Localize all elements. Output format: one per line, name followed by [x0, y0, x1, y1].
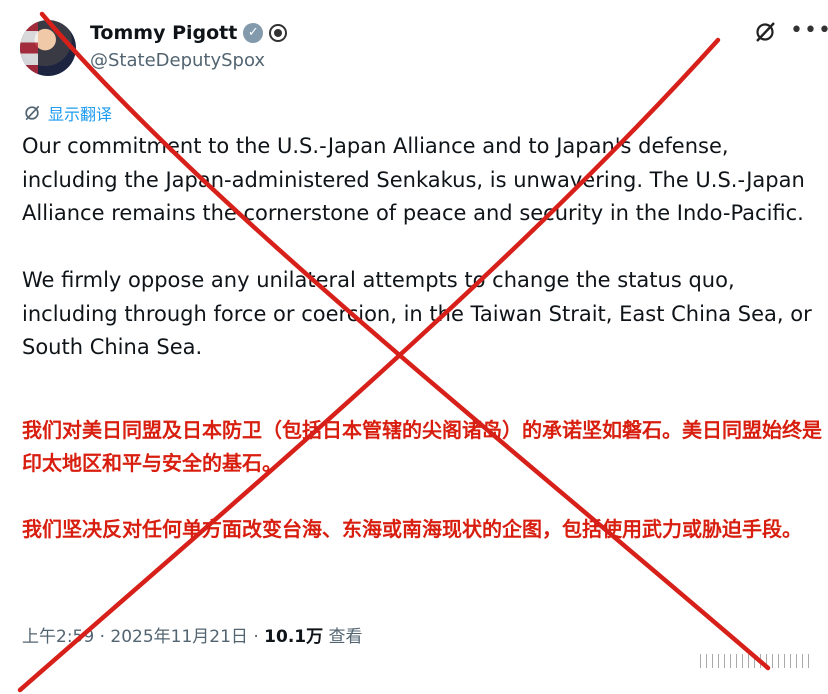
- view-count[interactable]: 10.1万: [264, 627, 323, 647]
- tweet-paragraph: Our commitment to the U.S.-Japan Allianc…: [22, 134, 805, 225]
- tweet-date[interactable]: 2025年11月21日: [110, 627, 248, 647]
- tweet-text-english: Our commitment to the U.S.-Japan Allianc…: [22, 130, 822, 365]
- chinese-paragraph: 我们坚决反对任何单方面改变台海、东海或南海现状的企图，包括使用武力或胁迫手段。: [22, 517, 802, 541]
- chinese-paragraph: 我们对美日同盟及日本防卫（包括日本管辖的尖阁诸岛）的承诺坚如磐石。美日同盟始终是…: [22, 418, 822, 475]
- action-bar-fragment: [700, 654, 810, 668]
- grok-icon[interactable]: [753, 20, 777, 44]
- tweet-text-chinese: 我们对美日同盟及日本防卫（包括日本管辖的尖阁诸岛）的承诺坚如磐石。美日同盟始终是…: [22, 414, 822, 546]
- government-badge-icon[interactable]: [269, 24, 288, 42]
- tweet-header: Tommy Pigott ✓ @StateDeputySpox •••: [20, 14, 828, 84]
- name-row: Tommy Pigott ✓: [90, 22, 288, 44]
- handle[interactable]: @StateDeputySpox: [90, 50, 265, 71]
- tweet-time[interactable]: 上午2:59: [22, 627, 94, 647]
- meta-separator: ·: [247, 627, 265, 647]
- verified-badge-icon[interactable]: ✓: [243, 23, 264, 43]
- display-name[interactable]: Tommy Pigott: [90, 22, 237, 44]
- view-label: 查看: [323, 627, 363, 647]
- translate-link[interactable]: 显示翻译: [22, 101, 112, 125]
- tweet-meta: 上午2:59 · 2025年11月21日 · 10.1万 查看: [22, 622, 363, 647]
- translate-label: 显示翻译: [48, 105, 113, 124]
- meta-separator: ·: [94, 627, 111, 647]
- translate-icon: [25, 105, 40, 121]
- more-icon[interactable]: •••: [790, 18, 828, 43]
- tweet-paragraph: We firmly oppose any unilateral attempts…: [22, 268, 812, 359]
- avatar[interactable]: [20, 20, 76, 76]
